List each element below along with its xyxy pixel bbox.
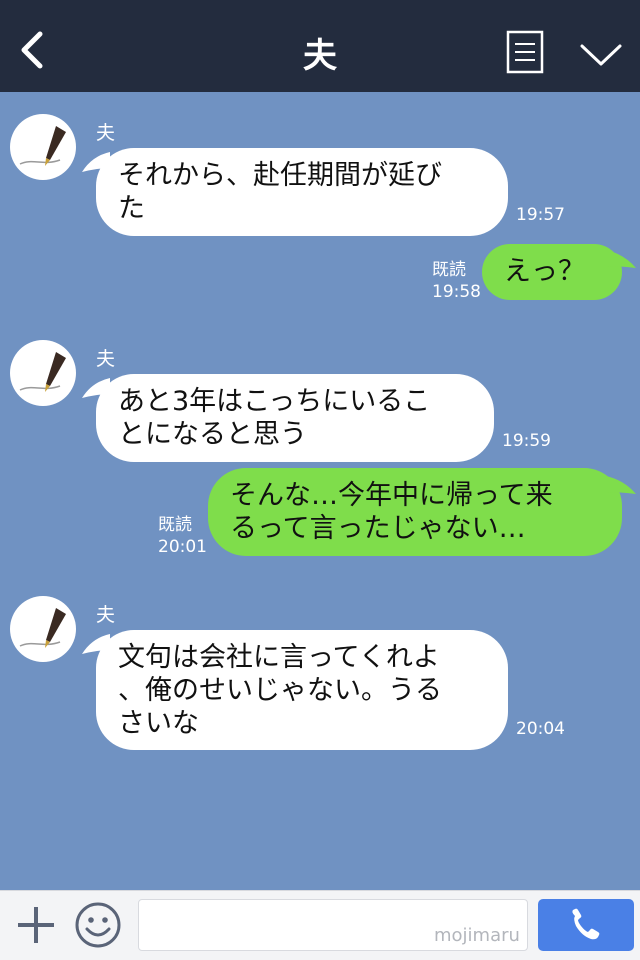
timestamp: 20:04 [516,719,565,739]
back-button[interactable] [14,26,54,74]
read-label: 既読 [158,515,192,535]
message-outgoing: 既読 20:01 そんな…今年中に帰って来 るって言ったじゃない… [0,468,640,558]
emoji-button[interactable] [74,901,122,949]
sender-name: 夫 [96,122,116,144]
message-bubble[interactable]: それから、赴任期間が延び た [96,148,508,236]
fountain-pen-icon [19,126,66,166]
message-line: あと3年はこっちにいるこ [118,386,431,417]
timestamp: 19:58 [432,282,481,302]
read-receipt: 既読 19:58 [432,259,481,303]
phone-icon [572,908,600,940]
message-incoming: 夫 それから、赴任期間が延び た 19:57 [0,92,640,242]
message-line: とになると思う [118,419,307,450]
message-bubble[interactable]: えっ？ [482,244,622,300]
message-line: それから、赴任期間が延び [118,160,442,191]
timestamp: 19:57 [516,205,565,225]
fountain-pen-icon [19,608,66,648]
note-icon [506,30,544,74]
input-bar: mojimaru [0,890,640,960]
message-incoming: 夫 文句は会社に言ってくれよ 、俺のせいじゃない。うる さいな 20:04 [0,574,640,754]
avatar[interactable] [10,340,76,406]
timestamp: 20:01 [158,537,207,557]
note-button[interactable] [506,30,544,74]
read-receipt: 既読 20:01 [158,514,207,558]
read-label: 既読 [432,260,466,280]
call-button[interactable] [538,899,634,951]
message-incoming: 夫 あと3年はこっちにいるこ とになると思う 19:59 [0,318,640,468]
back-chevron-icon [21,31,43,69]
message-bubble[interactable]: 文句は会社に言ってくれよ 、俺のせいじゃない。うる さいな [96,630,508,750]
chat-header: 夫 [0,0,640,92]
timestamp: 19:59 [502,431,551,451]
bubble-tail [606,250,636,268]
plus-icon [18,907,54,943]
avatar[interactable] [10,596,76,662]
chat-area[interactable]: 夫 それから、赴任期間が延び た 19:57 既読 19:58 えっ？ 夫 あと… [0,92,640,890]
message-bubble[interactable]: そんな…今年中に帰って来 るって言ったじゃない… [208,468,622,556]
message-line: えっ？ [504,256,585,287]
sender-name: 夫 [96,348,116,370]
avatar[interactable] [10,114,76,180]
add-button[interactable] [14,903,58,947]
message-input[interactable] [138,899,528,951]
message-line: さいな [118,708,199,739]
emoji-icon [75,902,121,948]
bubble-tail [606,476,636,494]
message-outgoing: 既読 19:58 えっ？ [0,242,640,304]
chat-title: 夫 [303,36,337,76]
message-line: 、俺のせいじゃない。うる [118,675,442,706]
chevron-down-icon [580,44,622,66]
collapse-button[interactable] [578,34,624,74]
message-bubble[interactable]: あと3年はこっちにいるこ とになると思う [96,374,494,462]
message-line: るって言ったじゃない… [230,513,526,544]
sender-name: 夫 [96,604,116,626]
message-line: た [118,193,145,224]
message-line: そんな…今年中に帰って来 [230,480,553,511]
message-line: 文句は会社に言ってくれよ [118,642,440,673]
fountain-pen-icon [19,352,66,392]
